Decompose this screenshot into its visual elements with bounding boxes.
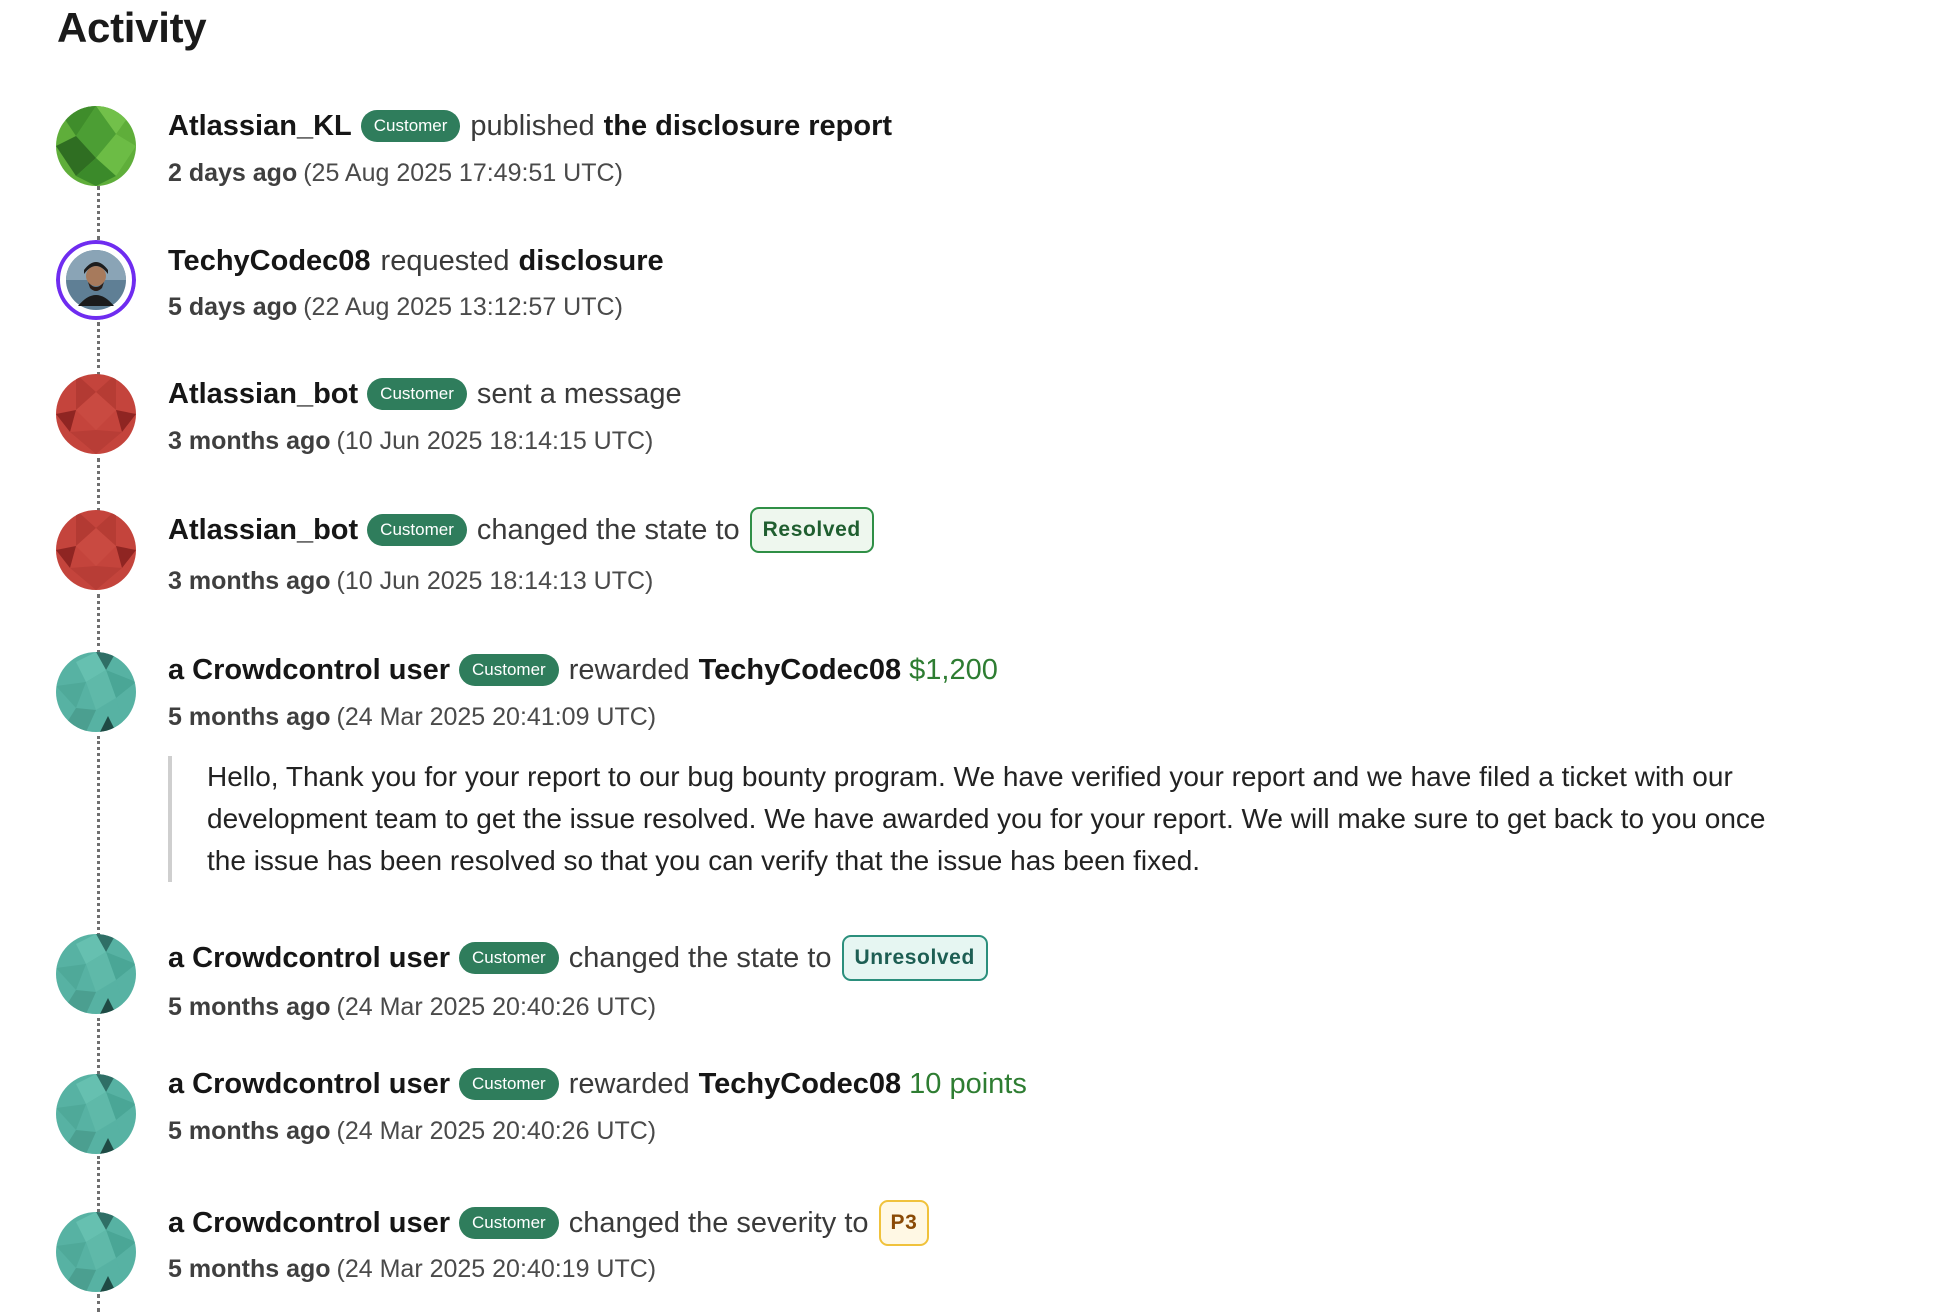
actor-link[interactable]: a Crowdcontrol user [168, 1066, 450, 1102]
red-geometric-avatar-icon[interactable] [56, 510, 136, 590]
customer-badge: Customer [459, 654, 559, 686]
timeline-connector [97, 1018, 100, 1074]
activity-item: Atlassian_bot Customer changed the state… [168, 507, 874, 553]
actor-link[interactable]: TechyCodec08 [168, 243, 371, 279]
activity-verb: requested [380, 245, 510, 277]
activity-item: Atlassian_bot Customer sent a message [168, 376, 682, 412]
absolute-time: (24 Mar 2025 20:40:26 UTC) [336, 1117, 657, 1145]
teal-geometric-avatar-icon[interactable] [56, 1074, 136, 1154]
customer-badge: Customer [367, 378, 467, 410]
bounty-amount: $1,200 [909, 654, 998, 686]
absolute-time: (24 Mar 2025 20:41:09 UTC) [336, 703, 657, 731]
user-photo-avatar-icon[interactable] [56, 240, 136, 320]
activity-timestamp: 5 months ago (24 Mar 2025 20:41:09 UTC) [168, 702, 656, 732]
activity-timestamp: 5 months ago (24 Mar 2025 20:40:26 UTC) [168, 992, 656, 1022]
relative-time: 5 months ago [168, 993, 331, 1021]
activity-item: a Crowdcontrol user Customer rewarded Te… [168, 652, 998, 688]
relative-time: 5 days ago [168, 293, 298, 321]
absolute-time: (25 Aug 2025 17:49:51 UTC) [303, 159, 623, 187]
relative-time: 5 months ago [168, 703, 331, 731]
relative-time: 5 months ago [168, 1117, 331, 1145]
relative-time: 3 months ago [168, 567, 331, 595]
disclosure-link[interactable]: disclosure [519, 243, 664, 279]
green-geometric-avatar-icon[interactable] [56, 106, 136, 186]
activity-timestamp: 3 months ago (10 Jun 2025 18:14:13 UTC) [168, 566, 653, 596]
actor-link[interactable]: a Crowdcontrol user [168, 940, 450, 976]
relative-time: 5 months ago [168, 1255, 331, 1283]
timeline-connector [97, 1156, 100, 1212]
activity-verb: published [470, 110, 595, 142]
activity-timestamp: 3 months ago (10 Jun 2025 18:14:15 UTC) [168, 426, 653, 456]
activity-verb: changed the severity to [568, 1207, 869, 1239]
activity-item: a Crowdcontrol user Customer changed the… [168, 935, 988, 981]
activity-verb: changed the state to [476, 514, 740, 546]
activity-timestamp: 5 days ago (22 Aug 2025 13:12:57 UTC) [168, 292, 623, 322]
timeline-connector [97, 186, 100, 240]
severity-badge: P3 [878, 1200, 930, 1246]
rewarded-user-link[interactable]: TechyCodec08 [699, 1066, 902, 1102]
actor-link[interactable]: a Crowdcontrol user [168, 652, 450, 688]
actor-link[interactable]: Atlassian_bot [168, 376, 358, 412]
activity-verb: changed the state to [568, 942, 832, 974]
activity-verb: sent a message [476, 378, 682, 410]
red-geometric-avatar-icon[interactable] [56, 374, 136, 454]
activity-item: TechyCodec08 requested disclosure [168, 243, 664, 279]
activity-item: a Crowdcontrol user Customer rewarded Te… [168, 1066, 1027, 1102]
activity-verb: rewarded [568, 1068, 690, 1100]
teal-geometric-avatar-icon[interactable] [56, 1212, 136, 1292]
actor-link[interactable]: a Crowdcontrol user [168, 1205, 450, 1241]
timeline-connector [97, 736, 100, 936]
timeline-connector [97, 594, 100, 654]
absolute-time: (24 Mar 2025 20:40:26 UTC) [336, 993, 657, 1021]
absolute-time: (10 Jun 2025 18:14:15 UTC) [336, 427, 654, 455]
activity-timestamp: 5 months ago (24 Mar 2025 20:40:19 UTC) [168, 1254, 656, 1284]
absolute-time: (22 Aug 2025 13:12:57 UTC) [303, 293, 623, 321]
actor-link[interactable]: Atlassian_bot [168, 512, 358, 548]
absolute-time: (10 Jun 2025 18:14:13 UTC) [336, 567, 654, 595]
state-unresolved-badge: Unresolved [841, 935, 988, 981]
activity-verb: rewarded [568, 654, 690, 686]
actor-link[interactable]: Atlassian_KL [168, 108, 352, 144]
activity-item: Atlassian_KL Customer published the disc… [168, 108, 892, 144]
reward-message: Hello, Thank you for your report to our … [168, 756, 1788, 882]
timeline-connector [97, 458, 100, 512]
relative-time: 2 days ago [168, 159, 298, 187]
customer-badge: Customer [459, 1207, 559, 1239]
timeline-connector [97, 322, 100, 376]
activity-timestamp: 5 months ago (24 Mar 2025 20:40:26 UTC) [168, 1116, 656, 1146]
customer-badge: Customer [459, 942, 559, 974]
teal-geometric-avatar-icon[interactable] [56, 652, 136, 732]
state-resolved-badge: Resolved [749, 507, 874, 553]
teal-geometric-avatar-icon[interactable] [56, 934, 136, 1014]
activity-timestamp: 2 days ago (25 Aug 2025 17:49:51 UTC) [168, 158, 623, 188]
timeline-connector [97, 1294, 100, 1312]
customer-badge: Customer [459, 1068, 559, 1100]
activity-timeline: Atlassian_KL Customer published the disc… [0, 0, 1934, 1312]
customer-badge: Customer [360, 110, 461, 142]
relative-time: 3 months ago [168, 427, 331, 455]
absolute-time: (24 Mar 2025 20:40:19 UTC) [336, 1255, 657, 1283]
rewarded-user-link[interactable]: TechyCodec08 [699, 652, 902, 688]
points-amount: 10 points [909, 1068, 1027, 1100]
disclosure-report-link[interactable]: the disclosure report [604, 108, 892, 144]
activity-item: a Crowdcontrol user Customer changed the… [168, 1200, 930, 1246]
customer-badge: Customer [367, 514, 467, 546]
